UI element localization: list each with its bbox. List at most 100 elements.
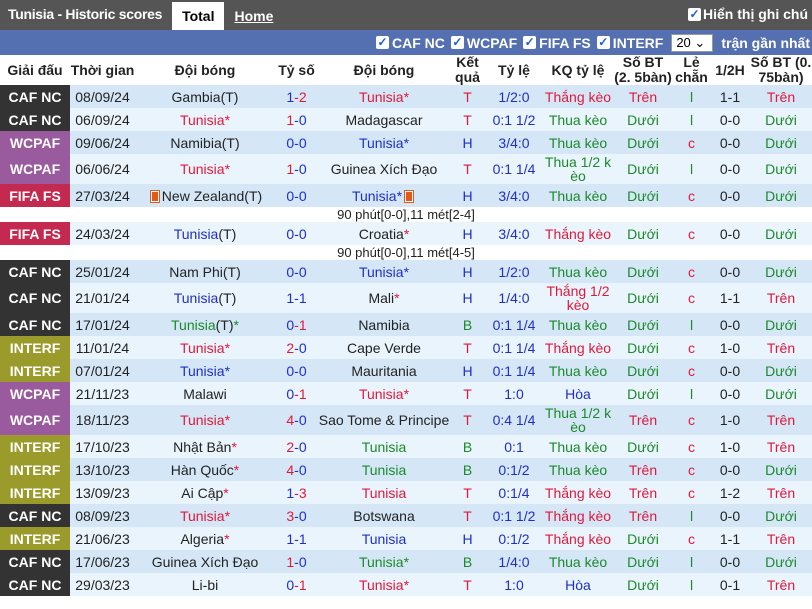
score[interactable]: 0-0 — [275, 260, 318, 283]
away-team[interactable]: Guinea Xích Đạo — [318, 154, 450, 184]
competition-badge[interactable]: INTERF — [0, 336, 70, 359]
table-row[interactable]: CAF NC 06/09/24 Tunisia* 1-0 Madagascar T 0:1 … — [0, 108, 812, 131]
away-team[interactable]: Namibia — [318, 313, 450, 336]
competition-badge[interactable]: FIFA FS — [0, 184, 70, 207]
away-team[interactable]: Tunisia — [318, 481, 450, 504]
competition-badge[interactable]: WCPAF — [0, 405, 70, 435]
tab-total[interactable]: Total — [172, 2, 225, 30]
table-row[interactable]: FIFA FS 24/03/24 Tunisia(T) 0-0 Croatia* H 3/4… — [0, 222, 812, 245]
checkbox-checked-icon[interactable]: ✓ — [688, 7, 701, 21]
away-team[interactable]: Tunisia* — [318, 131, 450, 154]
score[interactable]: 4-0 — [275, 458, 318, 481]
away-team[interactable]: Botswana — [318, 504, 450, 527]
away-team[interactable]: Cape Verde — [318, 336, 450, 359]
filter-caf-nc[interactable]: ✓ CAF NC — [375, 35, 445, 51]
home-team[interactable]: Tunisia* — [135, 154, 275, 184]
home-team[interactable]: Nam Phi(T) — [135, 260, 275, 283]
away-team[interactable]: Tunisia* — [318, 550, 450, 573]
score[interactable]: 0-0 — [275, 222, 318, 245]
away-team[interactable]: Tunisia* — [318, 85, 450, 108]
score[interactable]: 0-0 — [275, 184, 318, 207]
score[interactable]: 4-0 — [275, 405, 318, 435]
competition-badge[interactable]: WCPAF — [0, 154, 70, 184]
filter-interf[interactable]: ✓ INTERF — [596, 35, 663, 51]
competition-badge[interactable]: WCPAF — [0, 131, 70, 154]
home-team[interactable]: Tunisia* — [135, 504, 275, 527]
score[interactable]: 1-1 — [275, 527, 318, 550]
home-team[interactable]: Gambia(T) — [135, 85, 275, 108]
score[interactable]: 2-0 — [275, 435, 318, 458]
home-team[interactable]: Tunisia(T) — [135, 222, 275, 245]
score[interactable]: 1-0 — [275, 550, 318, 573]
home-team[interactable]: New Zealand(T) — [135, 184, 275, 207]
table-row[interactable]: WCPAF 09/06/24 Namibia(T) 0-0 Tunisia* H 3/4:0… — [0, 131, 812, 154]
score[interactable]: 1-0 — [275, 108, 318, 131]
filter-wcpaf[interactable]: ✓ WCPAF — [450, 35, 517, 51]
home-team[interactable]: Malawi — [135, 382, 275, 405]
home-team[interactable]: Tunisia* — [135, 405, 275, 435]
away-team[interactable]: Tunisia* — [318, 382, 450, 405]
away-team[interactable]: Mauritania — [318, 359, 450, 382]
competition-badge[interactable]: CAF NC — [0, 573, 70, 596]
competition-badge[interactable]: CAF NC — [0, 260, 70, 283]
competition-badge[interactable]: FIFA FS — [0, 222, 70, 245]
tab-home[interactable]: Home — [224, 2, 283, 30]
score[interactable]: 0-0 — [275, 131, 318, 154]
table-row[interactable]: INTERF 07/01/24 Tunisia* 0-0 Mauritania H 0:1 … — [0, 359, 812, 382]
competition-badge[interactable]: WCPAF — [0, 382, 70, 405]
home-team[interactable]: Tunisia(T) — [135, 283, 275, 313]
away-team[interactable]: Tunisia — [318, 527, 450, 550]
table-row[interactable]: CAF NC 08/09/23 Tunisia* 3-0 Botswana T 0:1 1/… — [0, 504, 812, 527]
table-row[interactable]: INTERF 21/06/23 Algeria* 1-1 Tunisia H 0:1/2 Th… — [0, 527, 812, 550]
checkbox-checked-icon[interactable]: ✓ — [450, 36, 464, 49]
table-row[interactable]: WCPAF 18/11/23 Tunisia* 4-0 Sao Tome & Princ… — [0, 405, 812, 435]
home-team[interactable]: Hàn Quốc* — [135, 458, 275, 481]
home-team[interactable]: Tunisia* — [135, 359, 275, 382]
checkbox-checked-icon[interactable]: ✓ — [523, 36, 537, 49]
away-team[interactable]: Croatia* — [318, 222, 450, 245]
score[interactable]: 0-1 — [275, 573, 318, 596]
score[interactable]: 0-1 — [275, 382, 318, 405]
score[interactable]: 1-2 — [275, 85, 318, 108]
away-team[interactable]: Madagascar — [318, 108, 450, 131]
away-team[interactable]: Tunisia* — [318, 573, 450, 596]
competition-badge[interactable]: INTERF — [0, 458, 70, 481]
score[interactable]: 3-0 — [275, 504, 318, 527]
home-team[interactable]: Ai Cập* — [135, 481, 275, 504]
table-row[interactable]: CAF NC 17/06/23 Guinea Xích Đạo 1-0 Tunisia*… — [0, 550, 812, 573]
table-row[interactable]: CAF NC 21/01/24 Tunisia(T) 1-1 Mali* H 1/4:0 Th… — [0, 283, 812, 313]
competition-badge[interactable]: INTERF — [0, 359, 70, 382]
home-team[interactable]: Algeria* — [135, 527, 275, 550]
away-team[interactable]: Tunisia* — [318, 260, 450, 283]
table-row[interactable]: FIFA FS 27/03/24 New Zealand(T) 0-0 Tunisia*… — [0, 184, 812, 207]
table-row[interactable]: INTERF 13/10/23 Hàn Quốc* 4-0 Tunisia B 0:1/2 T… — [0, 458, 812, 481]
home-team[interactable]: Nhật Bản* — [135, 435, 275, 458]
score[interactable]: 2-0 — [275, 336, 318, 359]
away-team[interactable]: Tunisia* — [318, 184, 450, 207]
competition-badge[interactable]: CAF NC — [0, 504, 70, 527]
away-team[interactable]: Mali* — [318, 283, 450, 313]
table-row[interactable]: CAF NC 17/01/24 Tunisia(T)* 0-1 Namibia B 0:1 … — [0, 313, 812, 336]
home-team[interactable]: Tunisia* — [135, 108, 275, 131]
table-row[interactable]: INTERF 13/09/23 Ai Cập* 1-3 Tunisia T 0:1/4 Thắ… — [0, 481, 812, 504]
table-row[interactable]: INTERF 11/01/24 Tunisia* 2-0 Cape Verde T 0:1 … — [0, 336, 812, 359]
score[interactable]: 1-3 — [275, 481, 318, 504]
table-row[interactable]: CAF NC 29/03/23 Li-bi 0-1 Tunisia* T 1:0 Hòa Dướ… — [0, 573, 812, 596]
table-row[interactable]: INTERF 17/10/23 Nhật Bản* 2-0 Tunisia B 0:1 Thu… — [0, 435, 812, 458]
home-team[interactable]: Namibia(T) — [135, 131, 275, 154]
competition-badge[interactable]: CAF NC — [0, 550, 70, 573]
away-team[interactable]: Tunisia — [318, 458, 450, 481]
home-team[interactable]: Tunisia* — [135, 336, 275, 359]
competition-badge[interactable]: INTERF — [0, 481, 70, 504]
away-team[interactable]: Sao Tome & Principe — [318, 405, 450, 435]
score[interactable]: 0-0 — [275, 359, 318, 382]
competition-badge[interactable]: CAF NC — [0, 313, 70, 336]
competition-badge[interactable]: CAF NC — [0, 108, 70, 131]
competition-badge[interactable]: INTERF — [0, 435, 70, 458]
away-team[interactable]: Tunisia — [318, 435, 450, 458]
home-team[interactable]: Li-bi — [135, 573, 275, 596]
filter-fifa-fs[interactable]: ✓ FIFA FS — [523, 35, 591, 51]
score[interactable]: 1-0 — [275, 154, 318, 184]
home-team[interactable]: Tunisia(T)* — [135, 313, 275, 336]
show-notes-toggle[interactable]: ✓ Hiển thị ghi chú — [688, 6, 808, 22]
